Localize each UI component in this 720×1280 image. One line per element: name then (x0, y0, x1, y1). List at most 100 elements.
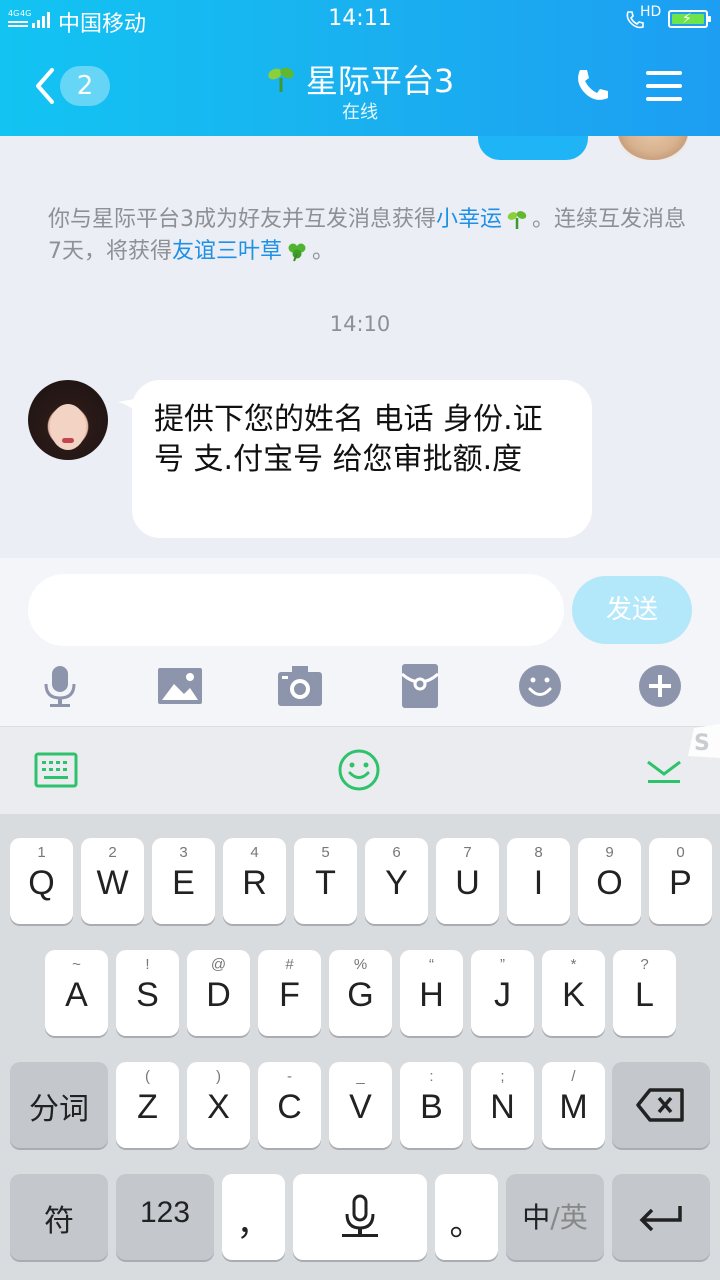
key-sub-label: / (571, 1068, 576, 1085)
key-l[interactable]: ? L (613, 950, 676, 1036)
symbols-key[interactable]: 符 (10, 1174, 108, 1260)
key-sub-label: * (570, 956, 577, 973)
key-k[interactable]: * K (542, 950, 605, 1036)
key-b[interactable]: :B (400, 1062, 463, 1148)
key-label: Q (28, 864, 55, 902)
comma-key[interactable]: ， (222, 1174, 285, 1260)
emoji-icon[interactable] (518, 664, 562, 708)
fenci-key[interactable]: 分词 (10, 1062, 108, 1148)
key-label: C (277, 1088, 302, 1126)
key-label: K (562, 976, 585, 1014)
battery-icon: ⚡ (668, 10, 711, 28)
status-time: 14:11 (328, 6, 392, 31)
key-sub-label: # (285, 956, 294, 973)
clover-link[interactable]: 友谊三叶草 (172, 239, 282, 264)
online-status: 在线 (342, 102, 378, 123)
chat-title: 星际平台3 (305, 62, 455, 100)
key-sub-label: 5 (321, 844, 330, 861)
numbers-key[interactable]: 123 (116, 1174, 214, 1260)
key-label: T (315, 864, 336, 902)
key-i[interactable]: 8I (507, 838, 570, 924)
key-q[interactable]: 1Q (10, 838, 73, 924)
key-m[interactable]: / M (542, 1062, 605, 1148)
contact-avatar[interactable] (28, 380, 108, 460)
enter-icon (639, 1206, 682, 1232)
sogou-logo-icon: S (688, 724, 720, 758)
key-label: E (172, 864, 195, 902)
period-key[interactable]: 。 (435, 1174, 498, 1260)
backspace-key[interactable] (612, 1062, 710, 1148)
comma-key-label: ， (236, 1205, 271, 1243)
key-label: I (533, 864, 544, 902)
menu-icon[interactable] (644, 68, 684, 104)
system-message-text: 。 (312, 239, 335, 264)
key-label: M (559, 1088, 588, 1126)
key-x[interactable]: ) X (187, 1062, 250, 1148)
key-sub-label: ” (500, 956, 505, 973)
send-button[interactable]: 发送 (572, 576, 692, 644)
symbols-key-label: 符 (44, 1204, 74, 1239)
key-label: R (242, 864, 267, 902)
emoji-icon[interactable] (338, 749, 380, 791)
key-sub-label: 9 (605, 844, 614, 861)
keyboard: 1Q2W3E4R5T6Y7U8I9O0P ~ A! S @ D # F% G “H” J * K? L … (0, 814, 720, 1280)
key-e[interactable]: 3E (152, 838, 215, 924)
collapse-keyboard-icon[interactable] (644, 756, 684, 786)
key-sub-label: ? (640, 956, 649, 973)
backspace-icon (636, 1088, 684, 1122)
key-label: V (349, 1088, 372, 1126)
lang-cn-label: 中 (522, 1201, 551, 1234)
key-label: F (279, 976, 300, 1014)
key-p[interactable]: 0P (649, 838, 712, 924)
key-sub-label: - (287, 1068, 292, 1085)
system-message-text: 你与星际平台3成为好友并互发消息获得 (48, 207, 436, 232)
key-sub-label: ~ (72, 956, 81, 973)
chat-title-group[interactable]: 星际平台3 (0, 56, 720, 102)
key-c[interactable]: -C (258, 1062, 321, 1148)
key-sub-label: 8 (534, 844, 543, 861)
message-input[interactable] (28, 574, 564, 646)
microphone-icon[interactable] (38, 664, 82, 708)
key-y[interactable]: 6Y (365, 838, 428, 924)
lucky-link[interactable]: 小幸运 (436, 207, 502, 232)
plus-icon[interactable] (638, 664, 682, 708)
key-sub-label: _ (356, 1068, 365, 1085)
keyboard-icon[interactable] (34, 752, 78, 788)
key-w[interactable]: 2W (81, 838, 144, 924)
voice-input-key[interactable] (293, 1174, 427, 1260)
key-r[interactable]: 4R (223, 838, 286, 924)
language-switch-key[interactable]: 中/英 (506, 1174, 604, 1260)
key-sub-label: 3 (179, 844, 188, 861)
key-d[interactable]: @ D (187, 950, 250, 1036)
key-label: Y (385, 864, 408, 902)
key-sub-label: 7 (463, 844, 472, 861)
key-label: W (96, 864, 129, 902)
key-sub-label: ; (500, 1068, 505, 1085)
key-sub-label: 6 (392, 844, 401, 861)
key-h[interactable]: “H (400, 950, 463, 1036)
numbers-key-label: 123 (139, 1196, 191, 1229)
key-v[interactable]: _ V (329, 1062, 392, 1148)
key-z[interactable]: (Z (116, 1062, 179, 1148)
key-n[interactable]: ; N (471, 1062, 534, 1148)
my-avatar[interactable] (618, 136, 688, 160)
phone-call-icon[interactable] (572, 66, 612, 106)
image-icon[interactable] (158, 664, 202, 708)
key-s[interactable]: ! S (116, 950, 179, 1036)
key-f[interactable]: # F (258, 950, 321, 1036)
key-o[interactable]: 9O (578, 838, 641, 924)
key-sub-label: 1 (37, 844, 46, 861)
previous-message-bubble[interactable] (478, 136, 588, 160)
key-t[interactable]: 5T (294, 838, 357, 924)
key-sub-label: : (429, 1068, 434, 1085)
key-j[interactable]: ” J (471, 950, 534, 1036)
incoming-message-bubble[interactable]: 提供下您的姓名 电话 身份.证号 支.付宝号 给您审批额.度 (132, 380, 592, 538)
key-g[interactable]: % G (329, 950, 392, 1036)
sprout-icon (268, 67, 294, 92)
camera-icon[interactable] (278, 664, 322, 708)
key-u[interactable]: 7U (436, 838, 499, 924)
enter-key[interactable] (612, 1174, 710, 1260)
key-label: U (455, 864, 480, 902)
red-packet-icon[interactable] (398, 664, 442, 708)
key-a[interactable]: ~ A (45, 950, 108, 1036)
